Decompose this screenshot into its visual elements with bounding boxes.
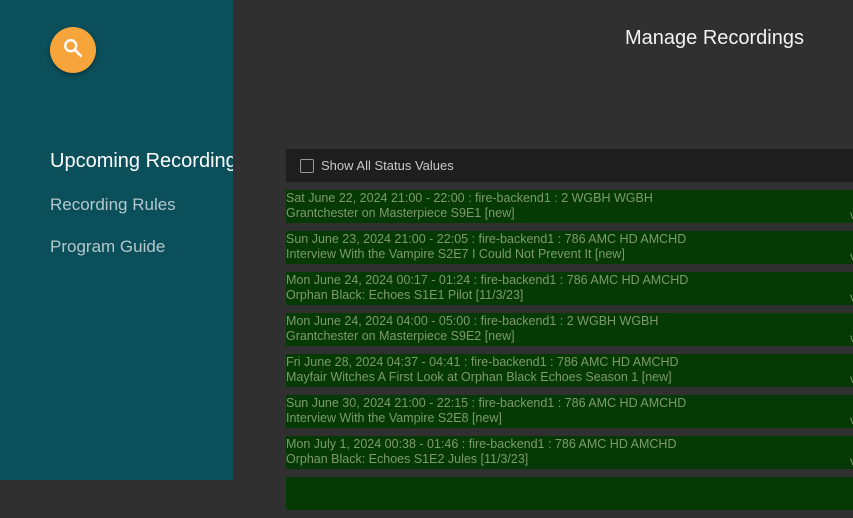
- recording-row[interactable]: Sun June 23, 2024 21:00 - 22:05 : fire-b…: [286, 231, 853, 264]
- recording-schedule: Fri June 28, 2024 04:37 - 04:41 : fire-b…: [286, 355, 679, 369]
- recording-row[interactable]: [286, 477, 853, 510]
- page-title: Manage Recordings: [625, 27, 804, 49]
- recording-schedule: Sun June 23, 2024 21:00 - 22:05 : fire-b…: [286, 232, 687, 246]
- recording-row[interactable]: Sun June 30, 2024 21:00 - 22:15 : fire-b…: [286, 395, 853, 428]
- recording-row[interactable]: Sat June 22, 2024 21:00 - 22:00 : fire-b…: [286, 190, 853, 223]
- sidebar-item-upcoming-recordings[interactable]: Upcoming Recordings: [50, 150, 233, 173]
- recording-row[interactable]: Mon June 24, 2024 04:00 - 05:00 : fire-b…: [286, 313, 853, 346]
- recording-schedule: Mon June 24, 2024 00:17 - 01:24 : fire-b…: [286, 273, 689, 287]
- recording-schedule: Sun June 30, 2024 21:00 - 22:15 : fire-b…: [286, 396, 687, 410]
- sidebar-item-program-guide[interactable]: Program Guide: [50, 237, 165, 257]
- recording-row[interactable]: Mon July 1, 2024 00:38 - 01:46 : fire-ba…: [286, 436, 853, 469]
- search-icon: [62, 37, 84, 64]
- show-all-status-toggle[interactable]: Show All Status Values: [286, 149, 853, 182]
- show-all-status-checkbox[interactable]: [300, 158, 314, 173]
- sidebar-item-recording-rules[interactable]: Recording Rules: [50, 195, 176, 215]
- recording-schedule: Mon July 1, 2024 00:38 - 01:46 : fire-ba…: [286, 437, 677, 451]
- recording-title: Interview With the Vampire S2E8 [new]: [286, 411, 502, 425]
- recording-title: Grantchester on Masterpiece S9E2 [new]: [286, 329, 515, 343]
- recording-schedule: Sat June 22, 2024 21:00 - 22:00 : fire-b…: [286, 191, 653, 205]
- sidebar: Upcoming Recordings Recording Rules Prog…: [0, 0, 233, 480]
- recording-schedule: Mon June 24, 2024 04:00 - 05:00 : fire-b…: [286, 314, 659, 328]
- recording-title: Grantchester on Masterpiece S9E1 [new]: [286, 206, 515, 220]
- recording-title: Orphan Black: Echoes S1E2 Jules [11/3/23…: [286, 452, 529, 466]
- recording-title: Mayfair Witches A First Look at Orphan B…: [286, 370, 672, 384]
- recordings-list: Sat June 22, 2024 21:00 - 22:00 : fire-b…: [286, 190, 853, 518]
- show-all-status-label: Show All Status Values: [321, 158, 454, 173]
- search-button[interactable]: [50, 27, 96, 73]
- recording-row[interactable]: Mon June 24, 2024 00:17 - 01:24 : fire-b…: [286, 272, 853, 305]
- recording-title: Orphan Black: Echoes S1E1 Pilot [11/3/23…: [286, 288, 524, 302]
- recording-title: Interview With the Vampire S2E7 I Could …: [286, 247, 625, 261]
- recording-row[interactable]: Fri June 28, 2024 04:37 - 04:41 : fire-b…: [286, 354, 853, 387]
